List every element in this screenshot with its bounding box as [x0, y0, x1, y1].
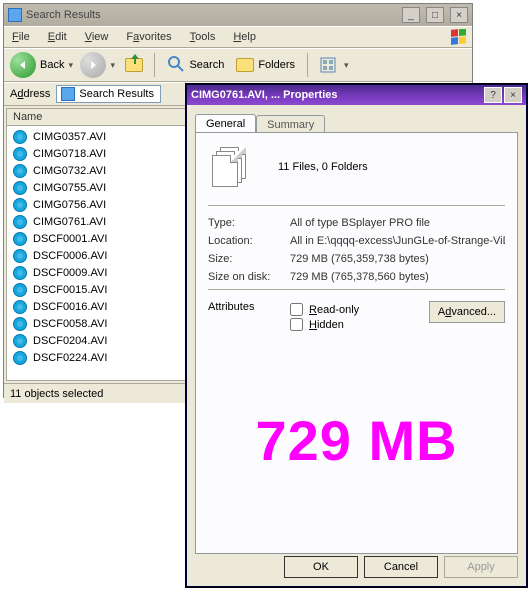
- views-button[interactable]: [316, 53, 340, 77]
- file-name: DSCF0009.AVI: [33, 267, 107, 279]
- advanced-button[interactable]: Advanced...: [429, 301, 505, 323]
- file-icon: [13, 283, 27, 297]
- file-count: 11 Files, 0 Folders: [278, 161, 368, 173]
- file-icon: [13, 317, 27, 331]
- file-name: CIMG0732.AVI: [33, 165, 106, 177]
- size-label: Size:: [208, 253, 290, 265]
- type-value: All of type BSplayer PRO file: [290, 217, 505, 229]
- minimize-button[interactable]: _: [402, 7, 420, 23]
- tab-strip: General Summary: [187, 105, 526, 132]
- back-button[interactable]: [10, 52, 36, 78]
- back-label[interactable]: Back: [40, 59, 64, 71]
- explorer-title-text: Search Results: [26, 9, 101, 21]
- views-dropdown[interactable]: ▾: [344, 60, 352, 71]
- apply-button[interactable]: Apply: [444, 556, 518, 578]
- readonly-checkbox[interactable]: Read-only: [290, 303, 429, 316]
- file-name: DSCF0224.AVI: [33, 352, 107, 364]
- file-icon: [13, 249, 27, 263]
- status-text: 11 objects selected: [10, 388, 103, 400]
- file-name: CIMG0756.AVI: [33, 199, 106, 211]
- menu-view[interactable]: View: [85, 31, 109, 43]
- menu-help[interactable]: Help: [233, 31, 256, 43]
- file-icon: [13, 130, 27, 144]
- menu-tools[interactable]: Tools: [190, 31, 216, 43]
- windows-flag-icon: [450, 29, 468, 47]
- back-dropdown[interactable]: ▾: [68, 60, 76, 71]
- address-box[interactable]: Search Results: [56, 85, 161, 103]
- file-icon: [13, 181, 27, 195]
- type-label: Type:: [208, 217, 290, 229]
- size-value: 729 MB (765,359,738 bytes): [290, 253, 505, 265]
- explorer-toolbar: Back ▾ ▾ Search Folders ▾: [4, 48, 472, 82]
- close-button[interactable]: ×: [504, 87, 522, 103]
- up-button[interactable]: [122, 53, 146, 77]
- size-on-disk-value: 729 MB (765,378,560 bytes): [290, 271, 505, 283]
- file-icon: [13, 334, 27, 348]
- ok-button[interactable]: OK: [284, 556, 358, 578]
- search-label: Search: [189, 59, 224, 71]
- file-name: DSCF0016.AVI: [33, 301, 107, 313]
- file-icon: [13, 198, 27, 212]
- menu-file[interactable]: File: [12, 31, 30, 43]
- search-results-title-icon: [8, 8, 22, 22]
- menu-edit[interactable]: Edit: [48, 31, 67, 43]
- folders-button[interactable]: Folders: [232, 56, 299, 74]
- menu-favorites[interactable]: Favorites: [126, 31, 171, 43]
- address-icon: [61, 87, 75, 101]
- file-name: DSCF0204.AVI: [33, 335, 107, 347]
- hidden-checkbox[interactable]: Hidden: [290, 318, 429, 331]
- file-name: DSCF0058.AVI: [33, 318, 107, 330]
- location-label: Location:: [208, 235, 290, 247]
- file-name: DSCF0015.AVI: [33, 284, 107, 296]
- close-button[interactable]: ×: [450, 7, 468, 23]
- help-button[interactable]: ?: [484, 87, 502, 103]
- forward-dropdown[interactable]: ▾: [110, 60, 118, 71]
- file-icon: [13, 232, 27, 246]
- properties-title-text: CIMG0761.AVI, ... Properties: [191, 89, 338, 101]
- search-icon: [167, 55, 185, 76]
- file-name: DSCF0006.AVI: [33, 250, 107, 262]
- properties-titlebar[interactable]: CIMG0761.AVI, ... Properties ? ×: [187, 85, 526, 105]
- maximize-button[interactable]: □: [426, 7, 444, 23]
- file-name: DSCF0001.AVI: [33, 233, 107, 245]
- address-label: Address: [10, 88, 50, 100]
- forward-button[interactable]: [80, 52, 106, 78]
- file-icon: [13, 147, 27, 161]
- file-icon: [13, 215, 27, 229]
- file-name: CIMG0357.AVI: [33, 131, 106, 143]
- file-icon: [13, 300, 27, 314]
- cancel-button[interactable]: Cancel: [364, 556, 438, 578]
- address-value: Search Results: [79, 88, 154, 100]
- file-icon: [13, 351, 27, 365]
- tab-general[interactable]: General: [195, 114, 256, 133]
- file-icon: [13, 164, 27, 178]
- file-name: CIMG0761.AVI: [33, 216, 106, 228]
- file-icon: [13, 266, 27, 280]
- explorer-titlebar[interactable]: Search Results _ □ ×: [4, 4, 472, 26]
- properties-dialog: CIMG0761.AVI, ... Properties ? × General…: [186, 84, 527, 587]
- search-button[interactable]: Search: [163, 53, 228, 78]
- file-name: CIMG0718.AVI: [33, 148, 106, 160]
- folders-label: Folders: [258, 59, 295, 71]
- file-name: CIMG0755.AVI: [33, 182, 106, 194]
- files-stack-icon: [212, 147, 250, 187]
- size-on-disk-label: Size on disk:: [208, 271, 290, 283]
- attributes-label: Attributes: [208, 301, 290, 313]
- dialog-buttons: OK Cancel Apply: [284, 556, 518, 578]
- location-value: All in E:\qqqq-excess\JunGLe-of-Strange-…: [290, 235, 505, 247]
- explorer-menubar: File Edit View Favorites Tools Help: [4, 26, 472, 48]
- big-size-annotation: 729 MB: [196, 408, 517, 473]
- folders-icon: [236, 58, 254, 72]
- tab-body: 11 Files, 0 Folders Type:All of type BSp…: [195, 132, 518, 554]
